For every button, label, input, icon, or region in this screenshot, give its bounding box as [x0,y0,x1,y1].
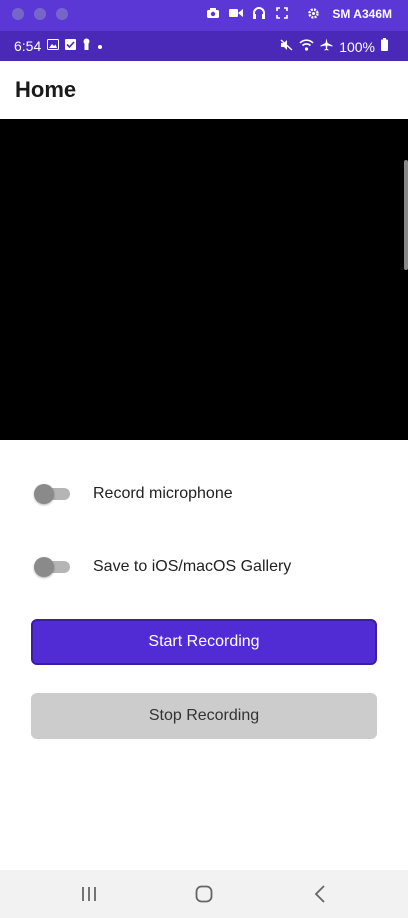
status-time: 6:54 [14,38,42,54]
wifi-icon [299,38,314,55]
mirror-tools [206,6,320,20]
maximize-window-dot[interactable] [56,8,68,20]
back-icon[interactable] [308,883,332,905]
save-gallery-label: Save to iOS/macOS Gallery [93,558,292,575]
battery-percentage: 100% [339,38,375,55]
more-notifications-dot-icon [97,38,103,54]
record-microphone-switch[interactable] [34,484,70,504]
close-window-dot[interactable] [12,8,24,20]
switch-thumb [34,557,54,577]
battery-icon [381,38,388,55]
device-name: SM A346M [332,7,392,21]
keyhole-notification-icon [82,38,91,54]
start-recording-button[interactable]: Start Recording [31,619,377,665]
headphones-icon[interactable] [252,6,266,20]
minimize-window-dot[interactable] [34,8,46,20]
status-bar: 6:54 100% [0,31,408,61]
page-title: Home [15,77,77,102]
mirror-window-bar: SM A346M [0,0,408,31]
settings-icon[interactable] [306,6,320,20]
stop-recording-button[interactable]: Stop Recording [31,693,377,739]
fullscreen-icon[interactable] [275,6,289,20]
switch-thumb [34,484,54,504]
home-icon[interactable] [192,883,216,905]
gallery-notification-icon [47,38,60,54]
system-navigation-bar [0,870,408,918]
checkbox-notification-icon [65,38,77,54]
camera-icon[interactable] [206,6,220,20]
window-controls [12,8,68,20]
scrollbar[interactable] [404,160,408,270]
record-microphone-row: Record microphone [34,480,374,508]
camera-preview [0,119,408,440]
mute-icon [280,38,293,55]
app-toolbar: Home [0,61,408,120]
video-icon[interactable] [229,6,243,20]
save-gallery-row: Save to iOS/macOS Gallery [34,553,374,581]
airplane-mode-icon [320,38,333,55]
save-gallery-switch[interactable] [34,557,70,577]
record-microphone-label: Record microphone [93,485,233,502]
recents-icon[interactable] [77,883,101,905]
